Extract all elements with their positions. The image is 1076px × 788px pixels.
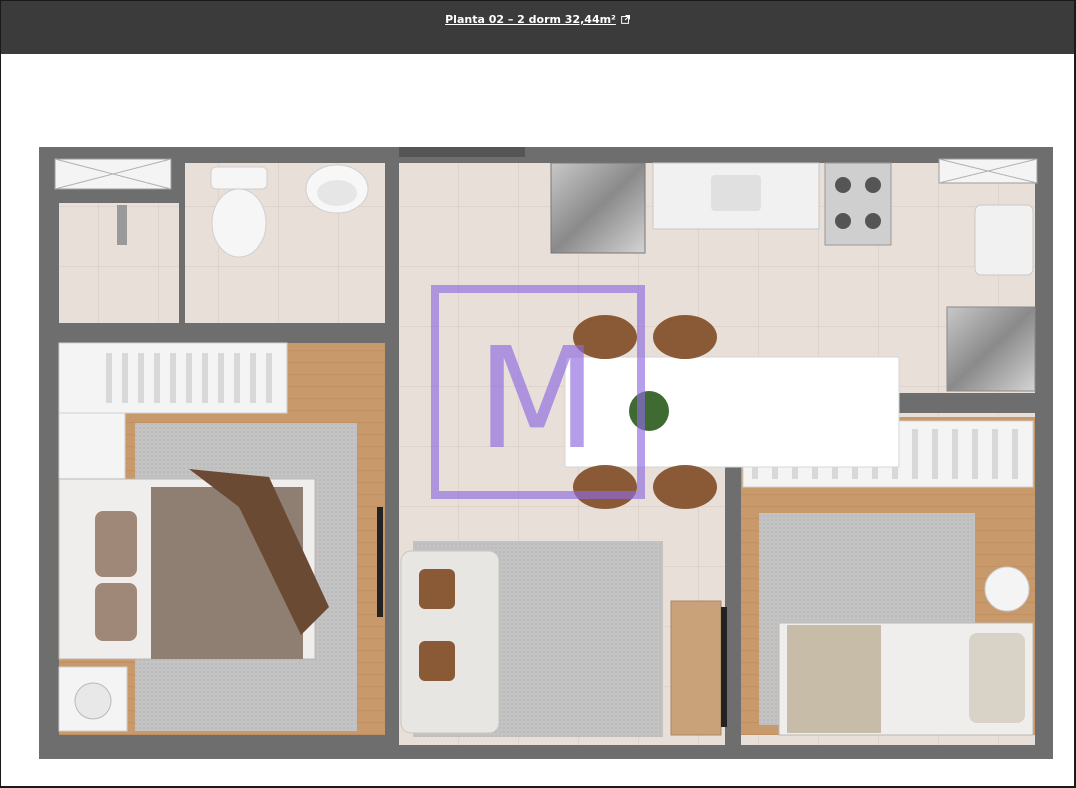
kitchen-sink bbox=[711, 175, 761, 211]
floorplan-title-link[interactable]: Planta 02 – 2 dorm 32,44m² bbox=[1, 13, 1074, 26]
dining-table bbox=[564, 356, 900, 468]
laundry-tub bbox=[974, 204, 1034, 276]
table-plant bbox=[629, 391, 669, 431]
living-tv bbox=[721, 607, 727, 727]
external-link-icon[interactable] bbox=[621, 15, 630, 24]
shower-tap bbox=[117, 205, 127, 245]
washing-machine bbox=[946, 306, 1036, 392]
floorplan-title-text: Planta 02 – 2 dorm 32,44m² bbox=[445, 13, 616, 26]
image-viewer-window: Planta 02 – 2 dorm 32,44m² M bbox=[1, 1, 1074, 786]
bedroom-1-tv bbox=[377, 507, 383, 617]
watermark-letter: M bbox=[477, 318, 598, 481]
image-canvas: M bbox=[1, 54, 1074, 786]
fridge bbox=[550, 162, 646, 254]
viewer-header-bar: Planta 02 – 2 dorm 32,44m² bbox=[1, 1, 1074, 54]
round-side-table bbox=[984, 566, 1030, 612]
stove bbox=[824, 162, 892, 246]
tv-console bbox=[670, 600, 722, 736]
toilet-tank bbox=[210, 166, 268, 190]
toilet-bowl bbox=[211, 188, 267, 258]
floorplan-image: M bbox=[39, 147, 1053, 759]
